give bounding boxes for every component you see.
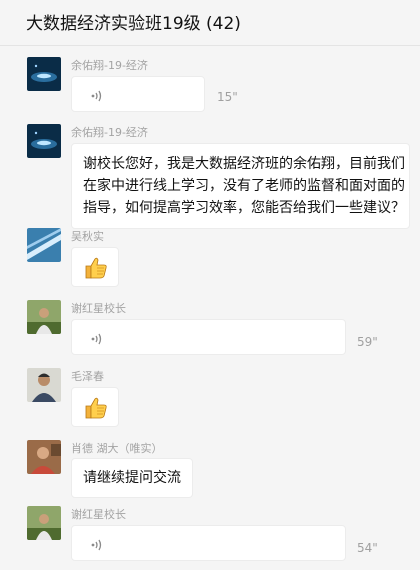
voice-message-bubble[interactable] <box>71 319 346 355</box>
text-message-bubble[interactable]: 请继续提问交流 <box>71 458 193 498</box>
avatar[interactable] <box>27 368 61 402</box>
voice-duration: 54" <box>357 541 378 555</box>
avatar[interactable] <box>27 506 61 540</box>
text-message-bubble[interactable]: 谢校长您好，我是大数据经济班的余佑翔，目前我们 在家中进行线上学习，没有了老师的… <box>71 143 410 229</box>
voice-message-bubble[interactable] <box>71 525 346 561</box>
sender-name: 吴秋实 <box>71 230 104 243</box>
sender-name: 肖德 湖大（唯实） <box>71 442 163 455</box>
message-item: 谢红星校长 54" <box>0 506 420 566</box>
emoji-message-bubble[interactable] <box>71 387 119 427</box>
message-item: 吴秋实 <box>0 228 420 290</box>
avatar[interactable] <box>27 228 61 262</box>
voice-message-bubble[interactable] <box>71 76 205 112</box>
message-item: 余佑翔-19-经济 15" <box>0 57 420 117</box>
sender-name: 余佑翔-19-经济 <box>71 59 148 72</box>
avatar[interactable] <box>27 124 61 158</box>
message-item: 肖德 湖大（唯实） 请继续提问交流 <box>0 440 420 498</box>
avatar[interactable] <box>27 300 61 334</box>
chat-title: 大数据经济实验班19级 (42) <box>26 14 241 34</box>
message-item: 余佑翔-19-经济 谢校长您好，我是大数据经济班的余佑翔，目前我们 在家中进行线… <box>0 124 420 229</box>
emoji-message-bubble[interactable] <box>71 247 119 287</box>
voice-wave-icon <box>91 90 102 102</box>
thumbs-up-icon <box>85 397 107 419</box>
thumbs-up-icon <box>85 257 107 279</box>
voice-wave-icon <box>91 333 102 345</box>
sender-name: 谢红星校长 <box>71 508 126 521</box>
message-item: 毛泽春 <box>0 368 420 430</box>
avatar[interactable] <box>27 440 61 474</box>
message-text-line: 请继续提问交流 <box>83 470 181 486</box>
sender-name: 毛泽春 <box>71 370 104 383</box>
avatar[interactable] <box>27 57 61 91</box>
message-item: 谢红星校长 59" <box>0 300 420 360</box>
message-text-line: 谢校长您好，我是大数据经济班的余佑翔，目前我们 <box>83 156 405 172</box>
sender-name: 谢红星校长 <box>71 302 126 315</box>
message-text-line: 在家中进行线上学习，没有了老师的监督和面对面的 <box>83 178 405 194</box>
sender-name: 余佑翔-19-经济 <box>71 126 148 139</box>
message-text-line: 指导，如何提高学习效率，您能否给我们一些建议？ <box>83 200 405 216</box>
voice-duration: 15" <box>217 90 238 104</box>
voice-wave-icon <box>91 539 102 551</box>
voice-duration: 59" <box>357 335 378 349</box>
chat-header: 大数据经济实验班19级 (42) <box>0 0 420 46</box>
